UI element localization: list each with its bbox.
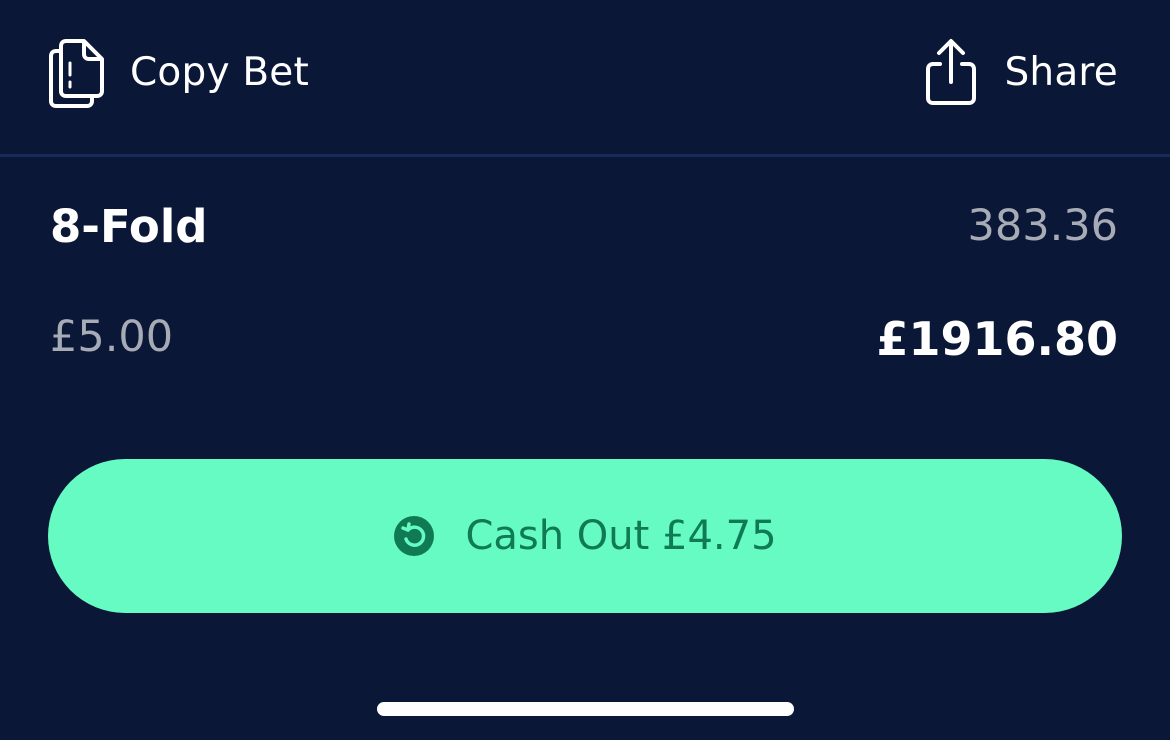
divider — [0, 154, 1170, 157]
potential-returns: £1916.80 — [876, 312, 1118, 366]
share-label: Share — [1004, 49, 1118, 95]
share-button[interactable]: Share — [924, 34, 1118, 110]
bet-actions-bar: Copy Bet Share — [0, 0, 1170, 155]
bet-odds: 383.36 — [967, 201, 1118, 251]
share-icon — [926, 39, 977, 105]
bet-stake: £5.00 — [50, 312, 174, 362]
copy-icon — [49, 39, 104, 108]
bet-type-label: 8-Fold — [50, 200, 208, 253]
copy-bet-button[interactable]: Copy Bet — [48, 34, 309, 110]
cash-out-label: Cash Out £4.75 — [465, 513, 777, 559]
home-indicator[interactable] — [377, 702, 794, 716]
copy-bet-label: Copy Bet — [130, 49, 309, 95]
bet-card: Copy Bet Share 8-Fold 383.36 £5.00 £1916… — [0, 0, 1170, 740]
cashout-icon — [394, 516, 435, 556]
cash-out-button[interactable]: Cash Out £4.75 — [48, 459, 1122, 613]
